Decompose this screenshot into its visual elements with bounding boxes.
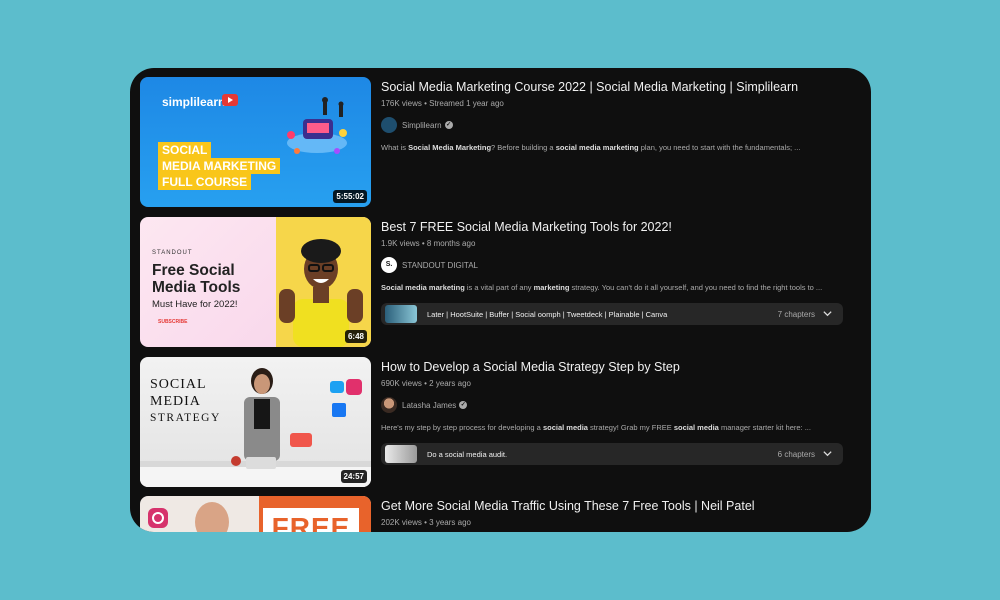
channel-name[interactable]: Simplilearn [402, 121, 442, 130]
video-meta: 176K views • Streamed 1 year ago [381, 99, 504, 108]
instagram-logo-icon [148, 502, 229, 532]
thumbnail-line: FULL COURSE [158, 174, 252, 190]
video-info: How to Develop a Social Media Strategy S… [381, 359, 843, 465]
chapter-thumbnail [385, 445, 417, 463]
video-duration: 24:57 [340, 470, 367, 483]
thumbnail-line: Must Have for 2022! [152, 299, 238, 310]
video-meta: 202K views • 3 years ago [381, 518, 471, 527]
video-info: Get More Social Media Traffic Using Thes… [381, 498, 843, 527]
channel-avatar[interactable] [381, 117, 397, 133]
thumbnail-free-word: FREE [263, 508, 359, 532]
youtube-results-panel: simplilearn SOCIAL MEDIA MARKETING FULL … [130, 68, 871, 532]
video-thumbnail[interactable]: simplilearn SOCIAL MEDIA MARKETING FULL … [140, 77, 371, 207]
channel-name[interactable]: Latasha James [402, 401, 456, 410]
thumbnail-subscribe-label: SUBSCRIBE [158, 319, 188, 325]
chapters-count: 6 chapters [777, 449, 815, 459]
chapter-thumbnail [385, 305, 417, 323]
video-result[interactable]: FREE Get More Social Media Traffic Using… [140, 496, 860, 532]
chapters-bar[interactable]: Later | HootSuite | Buffer | Social oomp… [381, 303, 843, 325]
thumbnail-line: SOCIAL [158, 142, 212, 158]
video-meta: 690K views • 2 years ago [381, 379, 471, 388]
video-description: Social media marketing is a vital part o… [381, 283, 823, 292]
video-duration: 5:55:02 [333, 190, 367, 203]
video-title[interactable]: Get More Social Media Traffic Using Thes… [381, 498, 843, 514]
thumbnail-channel-label: STANDOUT [152, 250, 193, 256]
person-at-desk-illustration-icon [140, 368, 371, 487]
video-info: Best 7 FREE Social Media Marketing Tools… [381, 219, 843, 325]
youtube-logo-icon [222, 94, 238, 106]
video-description: Here's my step by step process for devel… [381, 423, 811, 432]
marketing-illustration-icon [287, 97, 347, 154]
chapters-text: Do a social media audit. [427, 449, 508, 459]
chapters-count: 7 chapters [777, 309, 815, 319]
verified-check-icon: ✓ [444, 121, 453, 129]
video-description: What is Social Media Marketing? Before b… [381, 143, 801, 152]
video-info: Social Media Marketing Course 2022 | Soc… [381, 79, 843, 152]
video-results-list: simplilearn SOCIAL MEDIA MARKETING FULL … [130, 68, 871, 532]
video-thumbnail[interactable]: SOCIAL MEDIA STRATEGY 24:57 [140, 357, 371, 487]
thumbnail-line: Media Tools [152, 279, 241, 296]
verified-check-icon: ✓ [459, 401, 468, 409]
thumbnail-brand: simplilearn [162, 95, 226, 109]
video-title[interactable]: Social Media Marketing Course 2022 | Soc… [381, 79, 843, 95]
video-result[interactable]: STANDOUT Free Social Media Tools Must Ha… [140, 217, 860, 349]
video-result[interactable]: simplilearn SOCIAL MEDIA MARKETING FULL … [140, 77, 860, 209]
channel-link[interactable]: Latasha James ✓ [381, 397, 843, 413]
video-title[interactable]: Best 7 FREE Social Media Marketing Tools… [381, 219, 843, 235]
chapters-text: Later | HootSuite | Buffer | Social oomp… [427, 309, 668, 319]
video-thumbnail[interactable]: STANDOUT Free Social Media Tools Must Ha… [140, 217, 371, 347]
video-duration: 6:48 [344, 330, 367, 343]
thumbnail-line: Free Social [152, 262, 235, 279]
channel-link[interactable]: Simplilearn ✓ [381, 117, 843, 133]
video-thumbnail[interactable]: FREE [140, 496, 371, 532]
video-meta: 1.9K views • 8 months ago [381, 239, 476, 248]
chevron-down-icon[interactable] [822, 308, 833, 319]
thumbnail-line: MEDIA MARKETING [158, 158, 281, 174]
video-title[interactable]: How to Develop a Social Media Strategy S… [381, 359, 843, 375]
channel-name[interactable]: STANDOUT DIGITAL [402, 261, 478, 270]
chevron-down-icon[interactable] [822, 448, 833, 459]
channel-avatar[interactable] [381, 397, 397, 413]
channel-avatar[interactable]: S. [381, 257, 397, 273]
chapters-bar[interactable]: Do a social media audit. 6 chapters [381, 443, 843, 465]
channel-link[interactable]: S. STANDOUT DIGITAL [381, 257, 843, 273]
video-result[interactable]: SOCIAL MEDIA STRATEGY 24:57 How to Devel… [140, 357, 860, 489]
